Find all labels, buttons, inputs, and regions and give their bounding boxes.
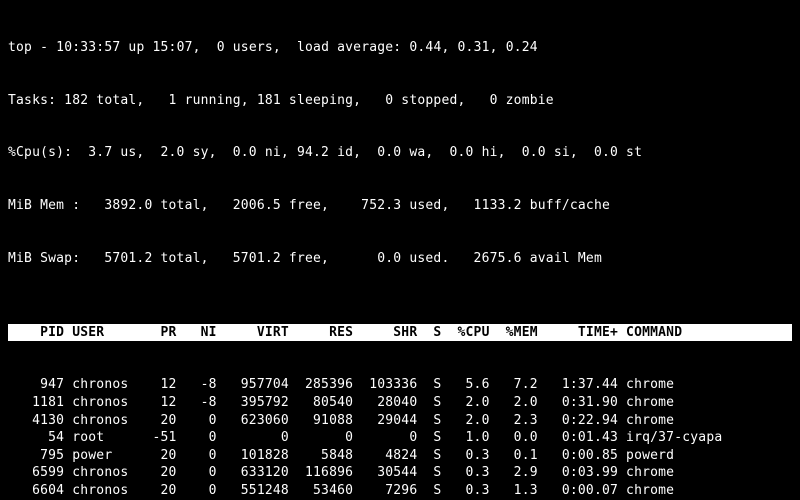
summary-line-cpu: %Cpu(s): 3.7 us, 2.0 sy, 0.0 ni, 94.2 id…	[8, 144, 792, 162]
process-row: 1181 chronos 12 -8 395792 80540 28040 S …	[8, 394, 792, 412]
process-table-body: 947 chronos 12 -8 957704 285396 103336 S…	[8, 376, 792, 500]
summary-line-mem: MiB Mem : 3892.0 total, 2006.5 free, 752…	[8, 197, 792, 215]
process-row: 54 root -51 0 0 0 0 S 1.0 0.0 0:01.43 ir…	[8, 429, 792, 447]
process-row: 6604 chronos 20 0 551248 53460 7296 S 0.…	[8, 482, 792, 500]
process-table-header: PID USER PR NI VIRT RES SHR S %CPU %MEM …	[8, 324, 792, 342]
process-row: 4130 chronos 20 0 623060 91088 29044 S 2…	[8, 412, 792, 430]
process-row: 795 power 20 0 101828 5848 4824 S 0.3 0.…	[8, 447, 792, 465]
terminal-screen[interactable]: top - 10:33:57 up 15:07, 0 users, load a…	[0, 0, 800, 500]
summary-line-swap: MiB Swap: 5701.2 total, 5701.2 free, 0.0…	[8, 250, 792, 268]
process-row: 6599 chronos 20 0 633120 116896 30544 S …	[8, 464, 792, 482]
process-row: 947 chronos 12 -8 957704 285396 103336 S…	[8, 376, 792, 394]
summary-line-1: top - 10:33:57 up 15:07, 0 users, load a…	[8, 39, 792, 57]
summary-line-tasks: Tasks: 182 total, 1 running, 181 sleepin…	[8, 92, 792, 110]
